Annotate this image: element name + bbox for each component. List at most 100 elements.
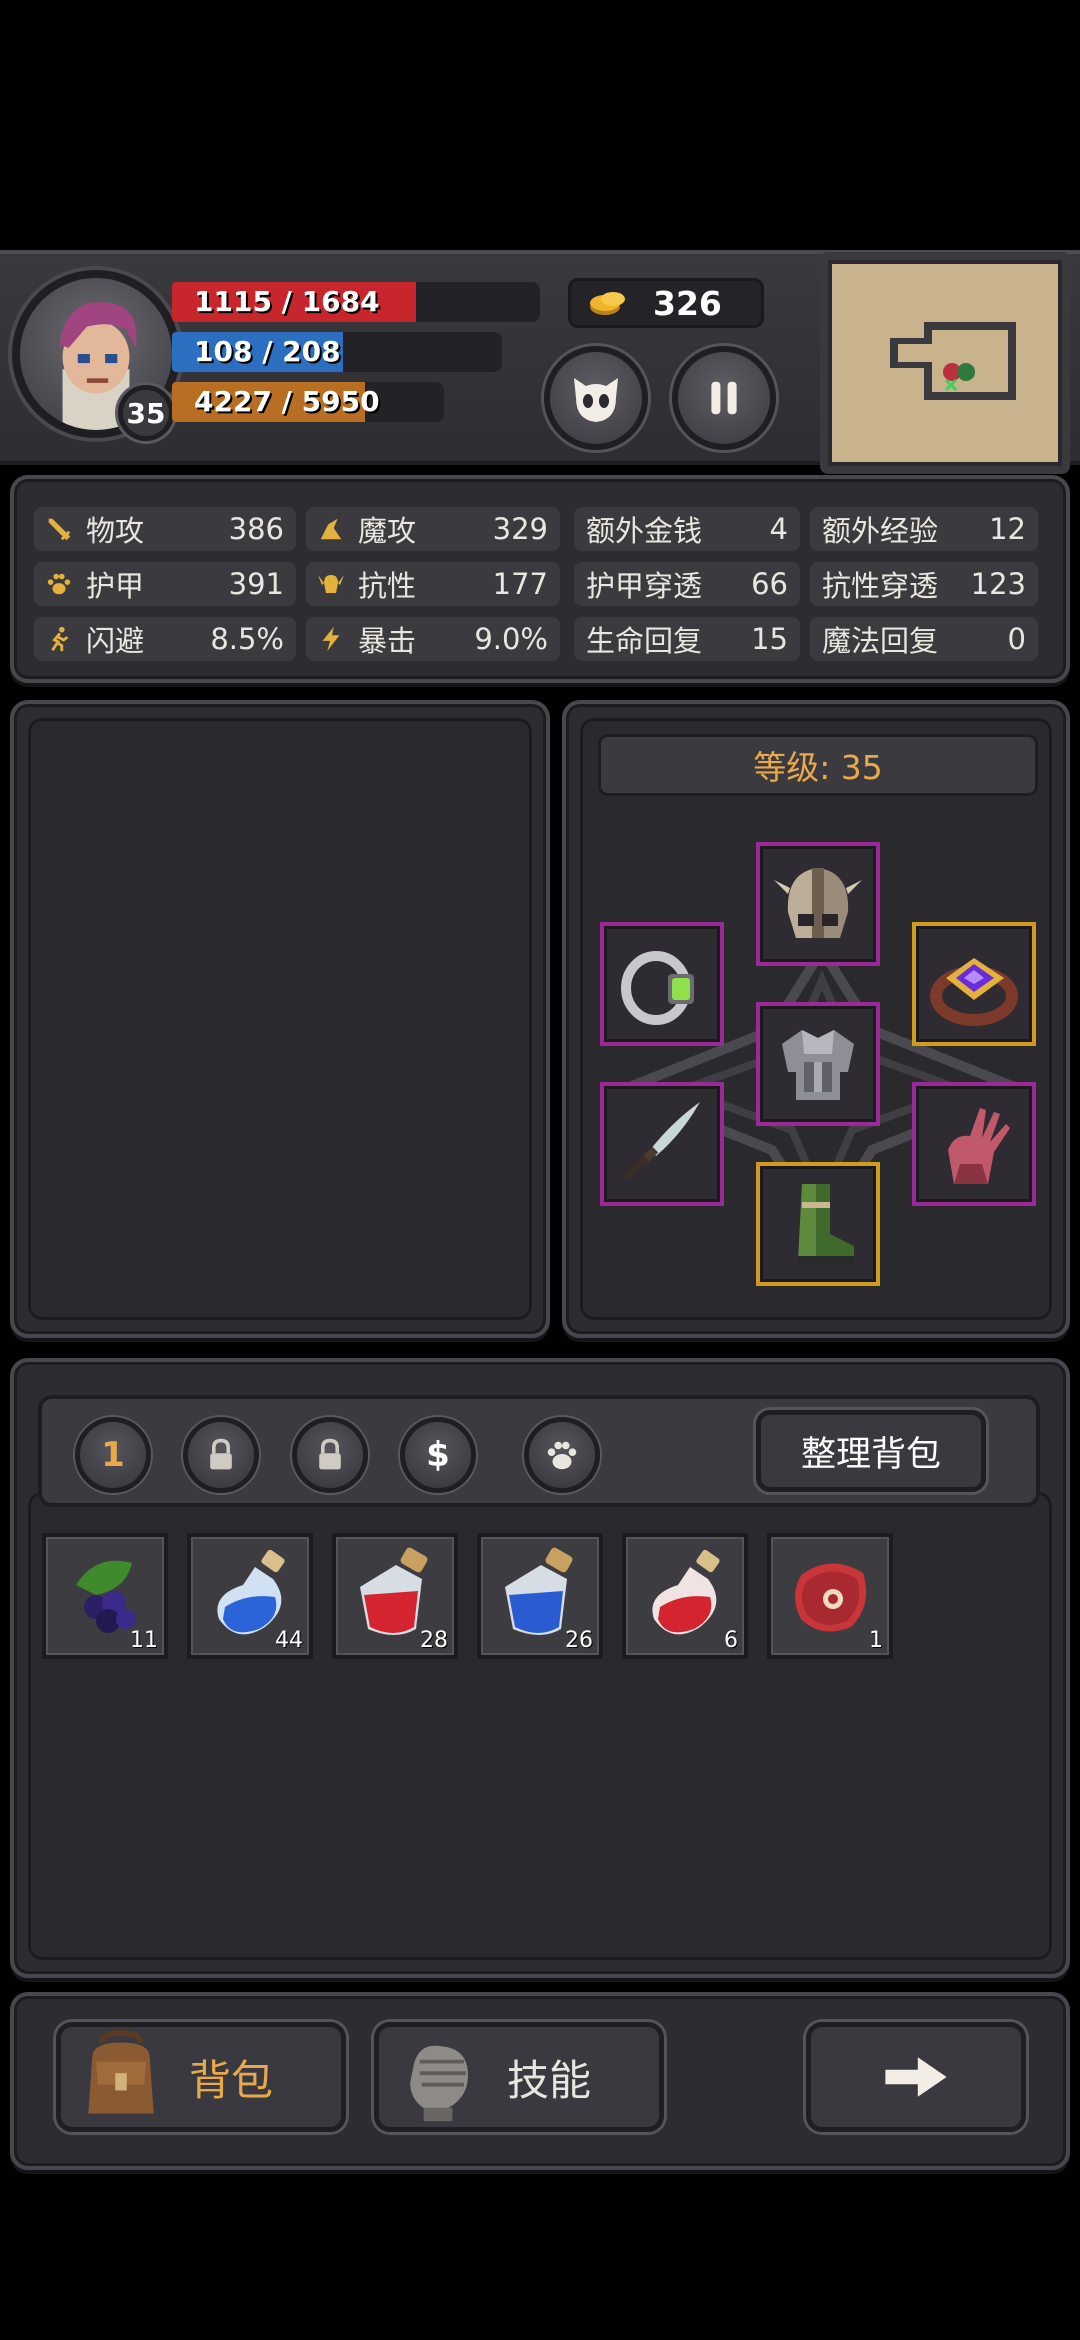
minimap-rooms — [890, 322, 1016, 400]
stat-6: 护甲穿透 66 — [574, 562, 800, 606]
stat-label: 闪避 — [86, 624, 145, 658]
stat-value: 8.5% — [210, 622, 284, 656]
minimap[interactable] — [820, 252, 1070, 474]
gold-amount: 326 — [653, 283, 722, 323]
ring-left-slot[interactable] — [600, 922, 724, 1046]
stat-10: 生命回复 15 — [574, 617, 800, 661]
inventory-item-red-potion-small[interactable]: 6 — [622, 1533, 748, 1659]
stat-label: 暴击 — [358, 624, 417, 658]
inventory-item-blue-potion-small[interactable]: 44 — [187, 1533, 313, 1659]
inventory-item-meat[interactable]: 1 — [767, 1533, 893, 1659]
pause-icon — [711, 381, 737, 415]
item-count: 6 — [724, 1628, 738, 1653]
paw-icon — [547, 1441, 577, 1470]
experience-bar: 4227 / 5950 — [172, 382, 444, 422]
gloves-slot[interactable] — [912, 1082, 1036, 1206]
red-potion-small-icon — [652, 1549, 720, 1635]
weapon-slot[interactable] — [600, 1082, 724, 1206]
stat-1: 魔攻 329 — [306, 507, 560, 551]
health-bar: 1115 / 1684 — [172, 282, 540, 322]
stat-7: 抗性穿透 123 — [810, 562, 1038, 606]
inventory-tab-locked-2[interactable] — [292, 1417, 368, 1493]
inventory-tab-pets[interactable] — [524, 1417, 600, 1493]
character-button[interactable] — [544, 346, 648, 450]
bag-button[interactable]: 背包 — [56, 2022, 346, 2132]
dagger-icon — [623, 1102, 700, 1181]
mana-bar: 108 / 208 — [172, 332, 502, 372]
stat-4: 护甲 391 — [34, 562, 296, 606]
stat-value: 66 — [751, 567, 788, 601]
stat-value: 386 — [228, 512, 284, 546]
stat-label: 抗性穿透 — [822, 569, 939, 603]
character-face-icon — [574, 378, 618, 422]
stat-5: 抗性 177 — [306, 562, 560, 606]
bag-button-label: 背包 — [189, 2055, 274, 2105]
stat-8: 闪避 8.5% — [34, 617, 296, 661]
meat-icon — [795, 1563, 867, 1632]
stat-label: 护甲穿透 — [586, 569, 703, 603]
equipment-level-label: 等级: 35 — [598, 734, 1038, 796]
skills-button-label: 技能 — [507, 2055, 592, 2105]
stat-3: 额外经验 12 — [810, 507, 1038, 551]
boots-icon — [798, 1184, 854, 1264]
wizard-hat-icon — [316, 514, 346, 544]
inventory-tab-shop-label: $ — [426, 1435, 450, 1475]
stat-value: 0 — [1007, 622, 1026, 656]
silver-ring-icon — [621, 951, 694, 1025]
stat-label: 物攻 — [86, 514, 145, 548]
ring-right-slot[interactable] — [912, 922, 1036, 1046]
stat-value: 329 — [492, 512, 548, 546]
next-button[interactable] — [806, 2022, 1026, 2132]
item-count: 28 — [420, 1628, 448, 1653]
running-icon — [44, 624, 74, 654]
lightning-icon — [316, 624, 346, 654]
hero-level-badge: 35 — [118, 385, 174, 441]
item-count: 11 — [130, 1628, 158, 1653]
stat-label: 护甲 — [86, 569, 145, 603]
character-preview-panel — [10, 700, 550, 1338]
chest-armor-icon — [782, 1030, 854, 1100]
sort-inventory-button[interactable]: 整理背包 — [756, 1410, 986, 1492]
inventory-item-blue-potion-large[interactable]: 26 — [477, 1533, 603, 1659]
inventory-tab-1-label: 1 — [101, 1435, 125, 1475]
helmet-slot[interactable] — [756, 842, 880, 966]
stat-label: 生命回复 — [586, 624, 703, 658]
gloves-icon — [948, 1108, 1010, 1184]
inventory-tab-shop[interactable]: $ — [400, 1417, 476, 1493]
lock-icon — [319, 1438, 341, 1470]
pause-button[interactable] — [672, 346, 776, 450]
stat-value: 4 — [769, 512, 788, 546]
experience-text: 4227 / 5950 — [194, 385, 380, 418]
item-count: 44 — [275, 1628, 303, 1653]
coin-icon — [589, 289, 627, 317]
chest-slot[interactable] — [756, 1002, 880, 1126]
inventory-item-red-potion-large[interactable]: 28 — [332, 1533, 458, 1659]
backpack-icon — [88, 2029, 154, 2114]
character-preview-area — [28, 718, 532, 1320]
stat-11: 魔法回复 0 — [810, 617, 1038, 661]
inventory-tab-locked-1[interactable] — [183, 1417, 259, 1493]
boots-slot[interactable] — [756, 1162, 880, 1286]
arrow-right-icon — [885, 2057, 947, 2097]
paw-icon — [44, 569, 74, 599]
helmet-icon — [774, 868, 862, 938]
item-count: 26 — [565, 1628, 593, 1653]
stat-value: 15 — [751, 622, 788, 656]
stat-2: 额外金钱 4 — [574, 507, 800, 551]
stat-label: 魔攻 — [358, 514, 417, 548]
item-count: 1 — [869, 1628, 883, 1653]
helmet-horns-icon — [316, 569, 346, 599]
gold-counter: 326 — [568, 278, 764, 328]
inventory-item-berries[interactable]: 11 — [42, 1533, 168, 1659]
stat-0: 物攻 386 — [34, 507, 296, 551]
skills-button[interactable]: 技能 — [374, 2022, 664, 2132]
stat-value: 123 — [970, 567, 1026, 601]
fist-icon — [410, 2045, 468, 2122]
stat-label: 抗性 — [358, 569, 417, 603]
gold-ring-icon — [930, 958, 1018, 1026]
inventory-tab-1[interactable]: 1 — [75, 1417, 151, 1493]
stat-label: 魔法回复 — [822, 624, 939, 658]
sword-icon — [44, 514, 74, 544]
stat-value: 12 — [989, 512, 1026, 546]
stat-label: 额外经验 — [822, 514, 939, 548]
